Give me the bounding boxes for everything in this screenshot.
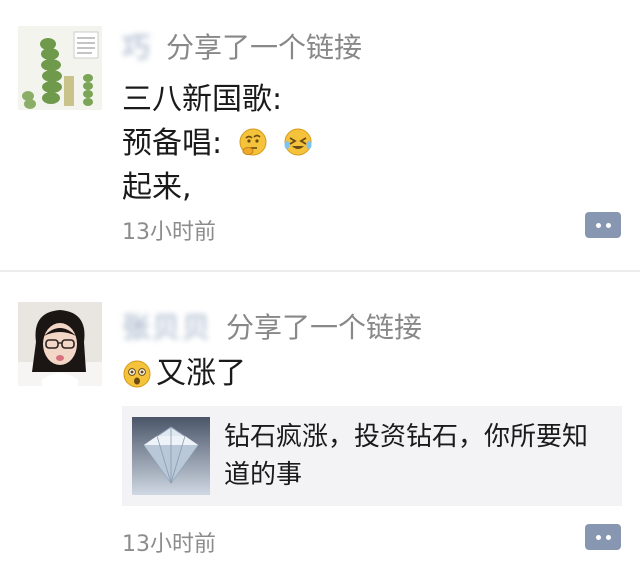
comment-icon-dot — [605, 534, 611, 540]
post-timestamp: 13小时前 — [122, 532, 216, 557]
diamond-icon — [132, 417, 210, 495]
username[interactable]: 张贝贝 — [122, 306, 212, 346]
avatar[interactable] — [18, 302, 102, 386]
astonished-face-emoji — [123, 360, 151, 388]
comment-icon — [595, 534, 601, 540]
woman-portrait-avatar-icon — [18, 302, 102, 386]
post-header: 张贝贝 分享了一个链接 — [122, 306, 422, 346]
share-action-text: 分享了一个链接 — [226, 311, 423, 344]
comment-button[interactable] — [585, 524, 621, 550]
post-text: 又涨了 — [122, 352, 246, 396]
text-line: 又涨了 — [156, 356, 246, 391]
moment-post: 张贝贝 分享了一个链接 又涨了 钻石疯涨，投资钻石，你所要知道的事 13小时前 — [0, 0, 640, 564]
link-title: 钻石疯涨，投资钻石，你所要知道的事 — [224, 422, 589, 490]
shared-link-card[interactable]: 钻石疯涨，投资钻石，你所要知道的事 — [122, 406, 622, 506]
